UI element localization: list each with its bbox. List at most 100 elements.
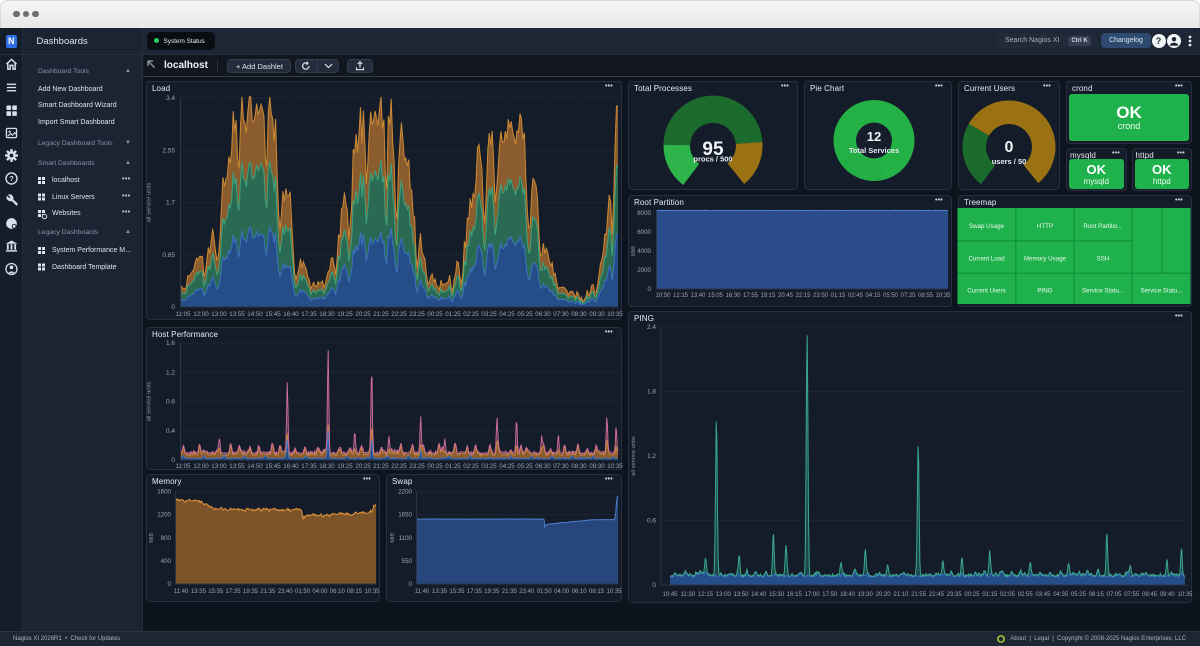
svg-text:PING: PING xyxy=(1037,288,1052,295)
svg-text:2000: 2000 xyxy=(637,267,651,274)
svg-text:00:25: 00:25 xyxy=(427,311,443,318)
svg-text:17:00: 17:00 xyxy=(805,592,821,598)
svg-text:02:25: 02:25 xyxy=(463,311,479,318)
svg-text:users / 50: users / 50 xyxy=(992,157,1027,166)
svg-text:15:30: 15:30 xyxy=(769,592,785,598)
svg-text:21:25: 21:25 xyxy=(373,311,389,318)
svg-text:21:25: 21:25 xyxy=(373,463,389,470)
svg-text:02:05: 02:05 xyxy=(1000,592,1016,598)
svg-text:06:10: 06:10 xyxy=(572,589,588,595)
svg-text:15:45: 15:45 xyxy=(265,311,281,318)
svg-text:08:15: 08:15 xyxy=(589,589,605,595)
svg-text:22:25: 22:25 xyxy=(391,311,407,318)
svg-text:13:55: 13:55 xyxy=(229,463,245,470)
svg-text:05:50: 05:50 xyxy=(883,293,899,299)
svg-text:17:35: 17:35 xyxy=(467,589,483,595)
svg-text:19:25: 19:25 xyxy=(337,311,353,318)
svg-text:23:25: 23:25 xyxy=(409,463,425,470)
svg-text:1.7: 1.7 xyxy=(166,200,175,207)
svg-text:08:30: 08:30 xyxy=(571,311,587,318)
svg-text:Root Partitio...: Root Partitio... xyxy=(1083,223,1122,230)
svg-text:Swap Usage: Swap Usage xyxy=(969,223,1005,230)
svg-text:12:00: 12:00 xyxy=(193,463,209,470)
svg-text:04:00: 04:00 xyxy=(554,589,570,595)
svg-text:2.4: 2.4 xyxy=(647,324,656,331)
svg-text:23:50: 23:50 xyxy=(813,293,829,299)
svg-text:HTTP: HTTP xyxy=(1037,223,1053,230)
svg-text:00:25: 00:25 xyxy=(964,592,980,598)
svg-text:15:45: 15:45 xyxy=(265,463,281,470)
svg-text:21:35: 21:35 xyxy=(502,589,518,595)
svg-text:0.8: 0.8 xyxy=(166,399,175,406)
svg-text:1.8: 1.8 xyxy=(647,389,656,396)
svg-text:01:15: 01:15 xyxy=(982,592,998,598)
svg-text:01:25: 01:25 xyxy=(445,311,461,318)
svg-text:07:25: 07:25 xyxy=(900,293,916,299)
svg-text:19:25: 19:25 xyxy=(337,463,353,470)
svg-text:10:35: 10:35 xyxy=(935,293,951,299)
svg-text:06:15: 06:15 xyxy=(1089,592,1105,598)
svg-text:12: 12 xyxy=(867,129,881,144)
svg-text:08:55: 08:55 xyxy=(918,293,934,299)
svg-text:Total Services: Total Services xyxy=(849,146,899,155)
svg-text:0.85: 0.85 xyxy=(162,252,175,259)
svg-text:22:25: 22:25 xyxy=(391,463,407,470)
svg-text:06:30: 06:30 xyxy=(535,463,551,470)
svg-text:all service units: all service units xyxy=(147,382,153,422)
svg-text:12:15: 12:15 xyxy=(698,592,714,598)
svg-text:800: 800 xyxy=(161,535,172,542)
svg-text:15:05: 15:05 xyxy=(708,293,724,299)
svg-text:02:55: 02:55 xyxy=(1018,592,1034,598)
svg-text:MiB: MiB xyxy=(390,533,396,543)
svg-text:17:35: 17:35 xyxy=(226,589,242,595)
svg-text:1200: 1200 xyxy=(157,512,171,519)
svg-text:03:45: 03:45 xyxy=(1035,592,1051,598)
svg-text:12:00: 12:00 xyxy=(193,311,209,318)
svg-text:05:25: 05:25 xyxy=(517,311,533,318)
svg-text:10:35: 10:35 xyxy=(364,589,380,595)
svg-text:0.6: 0.6 xyxy=(647,518,656,525)
svg-text:02:45: 02:45 xyxy=(848,293,864,299)
svg-text:0: 0 xyxy=(648,286,652,293)
svg-text:16:15: 16:15 xyxy=(787,592,803,598)
svg-text:13:35: 13:35 xyxy=(432,589,448,595)
svg-text:4000: 4000 xyxy=(637,248,651,255)
svg-text:SSH: SSH xyxy=(1097,256,1110,263)
svg-text:20:25: 20:25 xyxy=(355,311,371,318)
svg-text:0: 0 xyxy=(409,581,413,588)
svg-text:00:25: 00:25 xyxy=(427,463,443,470)
svg-text:16:40: 16:40 xyxy=(283,311,299,318)
svg-text:17:35: 17:35 xyxy=(301,463,317,470)
svg-text:13:00: 13:00 xyxy=(211,311,227,318)
svg-text:19:35: 19:35 xyxy=(484,589,500,595)
svg-text:10:50: 10:50 xyxy=(655,293,671,299)
svg-text:03:25: 03:25 xyxy=(481,311,497,318)
svg-text:04:15: 04:15 xyxy=(865,293,881,299)
svg-text:08:45: 08:45 xyxy=(1142,592,1158,598)
svg-text:20:20: 20:20 xyxy=(876,592,892,598)
svg-text:0: 0 xyxy=(1005,139,1014,156)
svg-text:03:25: 03:25 xyxy=(481,463,497,470)
svg-text:16:40: 16:40 xyxy=(283,463,299,470)
svg-text:07:55: 07:55 xyxy=(1124,592,1140,598)
svg-text:07:30: 07:30 xyxy=(553,311,569,318)
svg-text:21:35: 21:35 xyxy=(260,589,276,595)
svg-text:11:40: 11:40 xyxy=(415,589,430,595)
svg-text:09:40: 09:40 xyxy=(1160,592,1176,598)
svg-text:all service units: all service units xyxy=(631,436,637,476)
svg-text:0: 0 xyxy=(168,581,172,588)
svg-text:23:25: 23:25 xyxy=(409,311,425,318)
svg-text:3.4: 3.4 xyxy=(166,95,175,102)
svg-text:07:30: 07:30 xyxy=(553,463,569,470)
svg-text:04:25: 04:25 xyxy=(499,463,515,470)
svg-text:12:15: 12:15 xyxy=(673,293,689,299)
svg-text:1650: 1650 xyxy=(398,512,412,519)
svg-text:13:55: 13:55 xyxy=(229,311,245,318)
svg-text:0.4: 0.4 xyxy=(166,428,175,435)
svg-text:20:45: 20:45 xyxy=(778,293,794,299)
svg-text:13:40: 13:40 xyxy=(690,293,706,299)
svg-text:14:40: 14:40 xyxy=(751,592,767,598)
svg-text:04:35: 04:35 xyxy=(1053,592,1069,598)
svg-text:10:45: 10:45 xyxy=(662,592,678,598)
svg-text:Service Statu...: Service Statu... xyxy=(1141,288,1183,295)
